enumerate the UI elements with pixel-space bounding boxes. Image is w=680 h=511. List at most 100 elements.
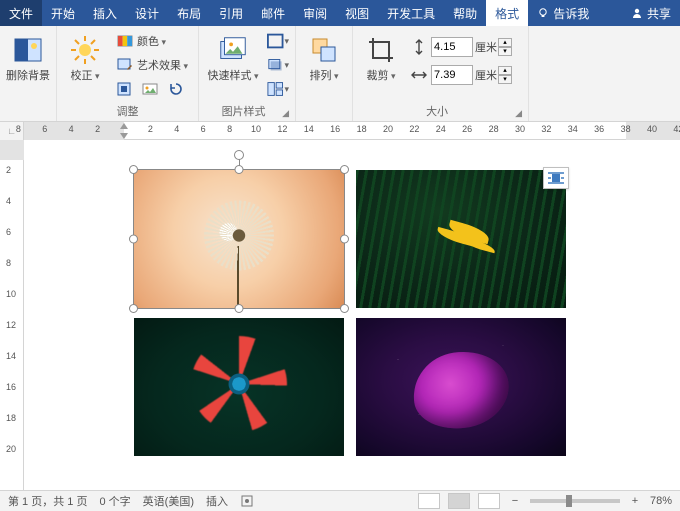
picture-2[interactable] — [356, 170, 566, 308]
styles-icon — [217, 34, 249, 66]
handle-nw[interactable] — [129, 165, 138, 174]
handle-e[interactable] — [340, 235, 349, 244]
compress-pictures-button[interactable] — [113, 78, 135, 100]
status-word-count[interactable]: 0 个字 — [99, 493, 130, 509]
artistic-effects-button[interactable]: 艺术效果 — [113, 54, 192, 76]
ruler-v-number: 4 — [6, 196, 11, 206]
width-icon — [409, 65, 429, 85]
status-insert-mode[interactable]: 插入 — [206, 493, 228, 509]
height-spinner[interactable]: 厘米 ▴▾ — [409, 36, 512, 58]
arrange-button[interactable]: 排列 — [302, 30, 346, 82]
picture-border-button[interactable]: ▾ — [267, 30, 289, 52]
tab-format[interactable]: 格式 — [486, 0, 528, 26]
handle-n[interactable] — [235, 165, 244, 174]
ruler-h-number: 38 — [621, 124, 631, 134]
crop-button[interactable]: 裁剪 — [359, 30, 403, 82]
zoom-level[interactable]: 78% — [650, 495, 672, 507]
tab-review[interactable]: 审阅 — [294, 0, 336, 26]
ruler-h-number: 4 — [174, 124, 179, 134]
width-down[interactable]: ▾ — [498, 75, 512, 84]
crop-icon — [365, 34, 397, 66]
picture-1[interactable] — [134, 170, 344, 308]
tab-help[interactable]: 帮助 — [444, 0, 486, 26]
picture-3[interactable] — [134, 318, 344, 456]
group-arrange: 排列 — [296, 26, 353, 121]
size-dialog-launcher[interactable]: ◢ — [515, 108, 522, 119]
group-remove-bg: 删除背景 — [0, 26, 57, 121]
width-spinner[interactable]: 厘米 ▴▾ — [409, 64, 512, 86]
picture-layout-button[interactable]: ▾ — [267, 78, 289, 100]
tell-me[interactable]: 告诉我 — [528, 0, 598, 26]
handle-se[interactable] — [340, 304, 349, 313]
quick-styles-button[interactable]: 快速样式 — [205, 30, 261, 82]
view-read-mode[interactable] — [418, 493, 440, 509]
zoom-out[interactable]: − — [508, 495, 522, 507]
ruler-h-number: 6 — [201, 124, 206, 134]
view-print-layout[interactable] — [448, 493, 470, 509]
corrections-button[interactable]: 校正 — [63, 30, 107, 82]
arrange-label: 排列 — [310, 70, 339, 82]
size-group-label: 大小 — [359, 103, 515, 119]
tab-home[interactable]: 开始 — [42, 0, 84, 26]
rotate-handle[interactable] — [234, 150, 244, 160]
adjust-group-label: 调整 — [63, 103, 192, 119]
ruler-h-number: 18 — [357, 124, 367, 134]
document-workspace: 2468101214161820 — [0, 140, 680, 490]
share-button[interactable]: 共享 — [622, 0, 680, 26]
lightbulb-icon — [537, 7, 549, 19]
height-icon — [409, 37, 429, 57]
color-button[interactable]: 颜色 — [113, 30, 192, 52]
height-input[interactable] — [431, 37, 473, 57]
handle-sw[interactable] — [129, 304, 138, 313]
reset-picture-button[interactable] — [165, 78, 187, 100]
ruler-h-number: 30 — [515, 124, 525, 134]
ruler-v-number: 6 — [6, 227, 11, 237]
macro-record-icon[interactable] — [240, 494, 254, 508]
change-picture-button[interactable] — [139, 78, 161, 100]
tab-design[interactable]: 设计 — [126, 0, 168, 26]
tab-references[interactable]: 引用 — [210, 0, 252, 26]
ruler-v-number: 10 — [6, 289, 16, 299]
layout-options-button[interactable] — [543, 167, 569, 189]
picture-styles-group-label: 图片样式 — [205, 103, 282, 119]
handle-s[interactable] — [235, 304, 244, 313]
sun-icon — [69, 34, 101, 66]
ruler-h-number: 14 — [304, 124, 314, 134]
ruler-v-number: 2 — [6, 165, 11, 175]
tab-file[interactable]: 文件 — [0, 0, 42, 26]
status-language[interactable]: 英语(美国) — [143, 493, 194, 509]
picture-4[interactable] — [356, 318, 566, 456]
group-picture-styles: 快速样式 ▾ ▾ ▾ 图片样式 ◢ — [199, 26, 296, 121]
status-bar: 第 1 页，共 1 页 0 个字 英语(美国) 插入 − + 78% — [0, 490, 680, 511]
ruler-v-number: 14 — [6, 351, 16, 361]
height-down[interactable]: ▾ — [498, 47, 512, 56]
tab-layout[interactable]: 布局 — [168, 0, 210, 26]
handle-w[interactable] — [129, 235, 138, 244]
indent-first-line[interactable] — [120, 123, 128, 129]
zoom-slider[interactable] — [530, 499, 620, 503]
height-up[interactable]: ▴ — [498, 38, 512, 47]
view-web-layout[interactable] — [478, 493, 500, 509]
tab-developer[interactable]: 开发工具 — [378, 0, 444, 26]
artistic-label: 艺术效果 — [137, 57, 188, 73]
zoom-in[interactable]: + — [628, 495, 642, 507]
handle-ne[interactable] — [340, 165, 349, 174]
ruler-horizontal[interactable]: ∟ 86422468101214161820222426283032343638… — [0, 122, 680, 140]
status-page[interactable]: 第 1 页，共 1 页 — [8, 493, 87, 509]
document-canvas[interactable] — [24, 140, 680, 490]
tab-insert[interactable]: 插入 — [84, 0, 126, 26]
ruler-h-number: 16 — [330, 124, 340, 134]
picture-styles-dialog-launcher[interactable]: ◢ — [282, 108, 289, 119]
ruler-v-number: 20 — [6, 444, 16, 454]
ruler-vertical[interactable]: 2468101214161820 — [0, 140, 24, 490]
ruler-h-number: 20 — [383, 124, 393, 134]
ruler-h-number: 32 — [541, 124, 551, 134]
picture-effects-button[interactable]: ▾ — [267, 54, 289, 76]
width-up[interactable]: ▴ — [498, 66, 512, 75]
ruler-h-number: 10 — [251, 124, 261, 134]
width-input[interactable] — [431, 65, 473, 85]
tab-view[interactable]: 视图 — [336, 0, 378, 26]
indent-hanging[interactable] — [120, 133, 128, 139]
remove-background-button[interactable]: 删除背景 — [6, 30, 50, 82]
tab-mail[interactable]: 邮件 — [252, 0, 294, 26]
